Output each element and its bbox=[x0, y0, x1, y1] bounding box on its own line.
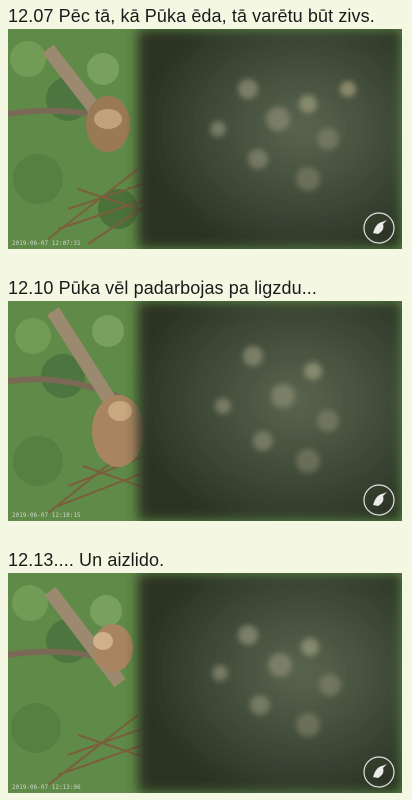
kingfisher-logo-icon bbox=[363, 484, 395, 516]
timestamp: 2019-06-07 12:10:15 bbox=[12, 512, 81, 519]
kingfisher-logo-icon bbox=[363, 212, 395, 244]
nest-scene bbox=[8, 573, 402, 793]
webcam-image[interactable]: 2019-06-07 12:10:15 bbox=[8, 301, 402, 521]
timestamp: 2019-06-07 12:07:31 bbox=[12, 240, 81, 247]
post-caption: 12.07 Pēc tā, kā Pūka ēda, tā varētu būt… bbox=[8, 6, 375, 26]
post-caption: 12.13.... Un aizlido. bbox=[8, 550, 165, 570]
nest-scene bbox=[8, 29, 402, 249]
post-caption: 12.10 Pūka vēl padarbojas pa ligzdu... bbox=[8, 278, 318, 298]
timestamp: 2019-06-07 12:13:06 bbox=[12, 784, 81, 791]
kingfisher-logo-icon bbox=[363, 756, 395, 788]
webcam-image[interactable]: 2019-06-07 12:07:31 bbox=[8, 29, 402, 249]
nest-scene bbox=[8, 301, 402, 521]
webcam-image[interactable]: 2019-06-07 12:13:06 bbox=[8, 573, 402, 793]
